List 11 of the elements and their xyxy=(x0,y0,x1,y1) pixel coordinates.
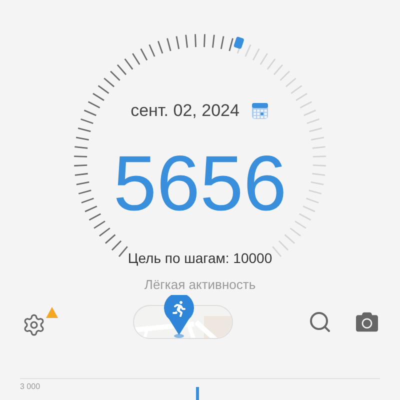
runner-pin-icon xyxy=(163,295,195,339)
camera-icon[interactable] xyxy=(356,311,378,333)
search-icon[interactable] xyxy=(308,310,332,334)
step-count: 5656 xyxy=(113,144,287,222)
axis-label: 3 000 xyxy=(20,381,40,393)
date-label: сент. 02, 2024 xyxy=(130,100,240,122)
calendar-icon[interactable] xyxy=(251,102,270,120)
step-goal: Цель по шагам: 10000 xyxy=(128,248,272,268)
settings-button[interactable] xyxy=(22,307,58,337)
runner-icon xyxy=(171,301,187,317)
activity-level: Лёгкая активность xyxy=(144,276,256,294)
